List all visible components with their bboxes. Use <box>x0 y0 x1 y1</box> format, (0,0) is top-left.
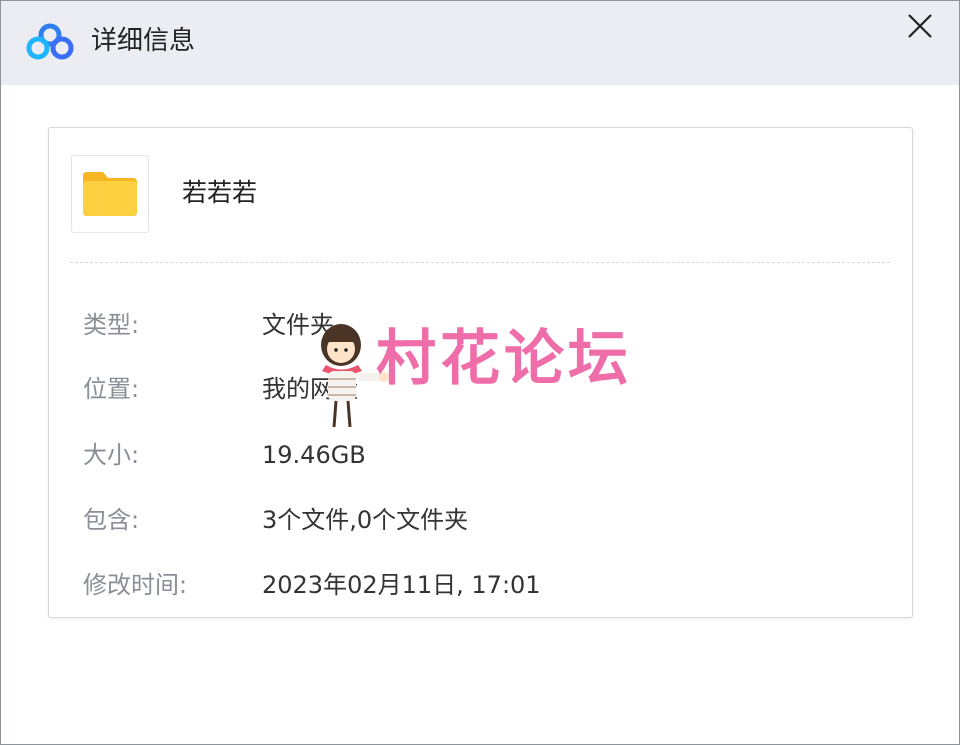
details-dialog: 详细信息 若若若 类型: 文件夹 位置: 我的网盘 大小: 19.46GB 包含… <box>0 0 960 745</box>
modified-time-label: 修改时间: <box>83 571 188 599</box>
location-value[interactable]: 我的网盘 <box>262 372 358 406</box>
file-name: 若若若 <box>182 178 258 207</box>
baidu-netdisk-logo-icon <box>26 23 74 60</box>
contains-value: 3个文件,0个文件夹 <box>262 506 469 534</box>
size-value: 19.46GB <box>262 441 366 469</box>
size-label: 大小: <box>83 441 140 469</box>
divider <box>70 262 890 263</box>
location-label: 位置: <box>83 375 140 403</box>
dialog-title: 详细信息 <box>91 26 196 56</box>
close-button[interactable] <box>895 7 943 47</box>
type-label: 类型: <box>83 311 140 339</box>
title-bar: 详细信息 <box>1 1 959 85</box>
file-thumbnail <box>71 155 149 233</box>
details-card: 若若若 类型: 文件夹 位置: 我的网盘 大小: 19.46GB 包含: 3个文… <box>48 127 913 618</box>
modified-time-value: 2023年02月11日, 17:01 <box>262 571 541 599</box>
contains-label: 包含: <box>83 506 140 534</box>
close-icon <box>908 14 932 38</box>
folder-icon <box>83 172 137 216</box>
type-value: 文件夹 <box>262 311 334 339</box>
